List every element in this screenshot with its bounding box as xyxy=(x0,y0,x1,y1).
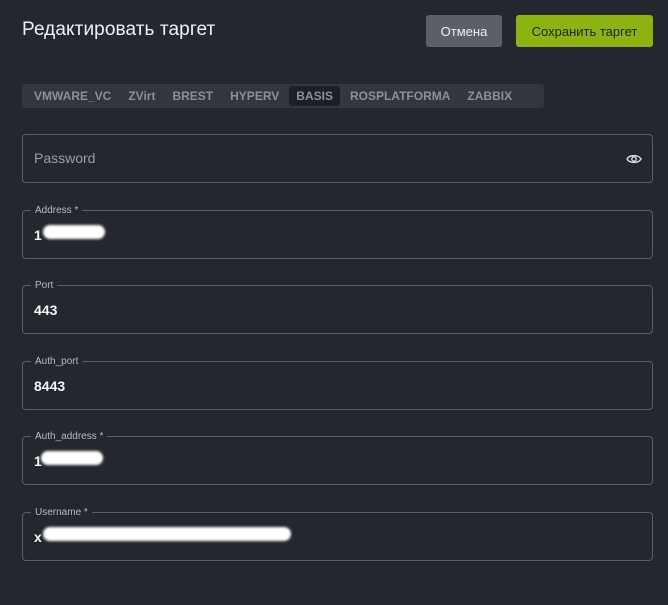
auth-port-label: Auth_port xyxy=(31,355,83,368)
tab-zabbix[interactable]: ZABBIX xyxy=(460,86,519,106)
dialog-header: Редактировать таргет Отмена Сохранить та… xyxy=(0,0,668,64)
save-target-button[interactable]: Сохранить таргет xyxy=(516,15,653,47)
address-label: Address * xyxy=(31,204,83,217)
tab-basis[interactable]: BASIS xyxy=(289,86,340,106)
username-label: Username * xyxy=(31,506,92,519)
auth-port-field[interactable]: Auth_port 8443 xyxy=(22,355,653,410)
target-type-tabs: VMWARE_VC ZVirt BREST HYPERV BASIS ROSPL… xyxy=(22,84,544,108)
port-value: 443 xyxy=(34,302,58,318)
address-value: 1 xyxy=(34,227,42,243)
tab-vmware-vc[interactable]: VMWARE_VC xyxy=(27,86,118,106)
port-label: Port xyxy=(31,279,58,292)
redacted-address xyxy=(43,225,105,239)
address-field[interactable]: Address * 1 xyxy=(22,204,653,259)
password-field[interactable]: Password xyxy=(22,134,653,183)
auth-address-field[interactable]: Auth_address * 1 xyxy=(22,430,653,485)
auth-address-label: Auth_address * xyxy=(31,430,108,443)
tab-brest[interactable]: BREST xyxy=(165,86,220,106)
username-value: x xyxy=(34,529,42,545)
tab-rosplatforma[interactable]: ROSPLATFORMA xyxy=(343,86,457,106)
username-field[interactable]: Username * x xyxy=(22,506,653,561)
redacted-auth-address xyxy=(41,451,103,465)
page-title: Редактировать таргет xyxy=(22,19,216,40)
cancel-button[interactable]: Отмена xyxy=(426,15,502,47)
redacted-username xyxy=(43,527,291,541)
tab-hyperv[interactable]: HYPERV xyxy=(223,86,286,106)
password-placeholder: Password xyxy=(34,150,96,166)
tab-zvirt[interactable]: ZVirt xyxy=(121,86,162,106)
port-field[interactable]: Port 443 xyxy=(22,279,653,334)
auth-port-value: 8443 xyxy=(34,378,66,394)
eye-icon[interactable] xyxy=(626,152,642,166)
